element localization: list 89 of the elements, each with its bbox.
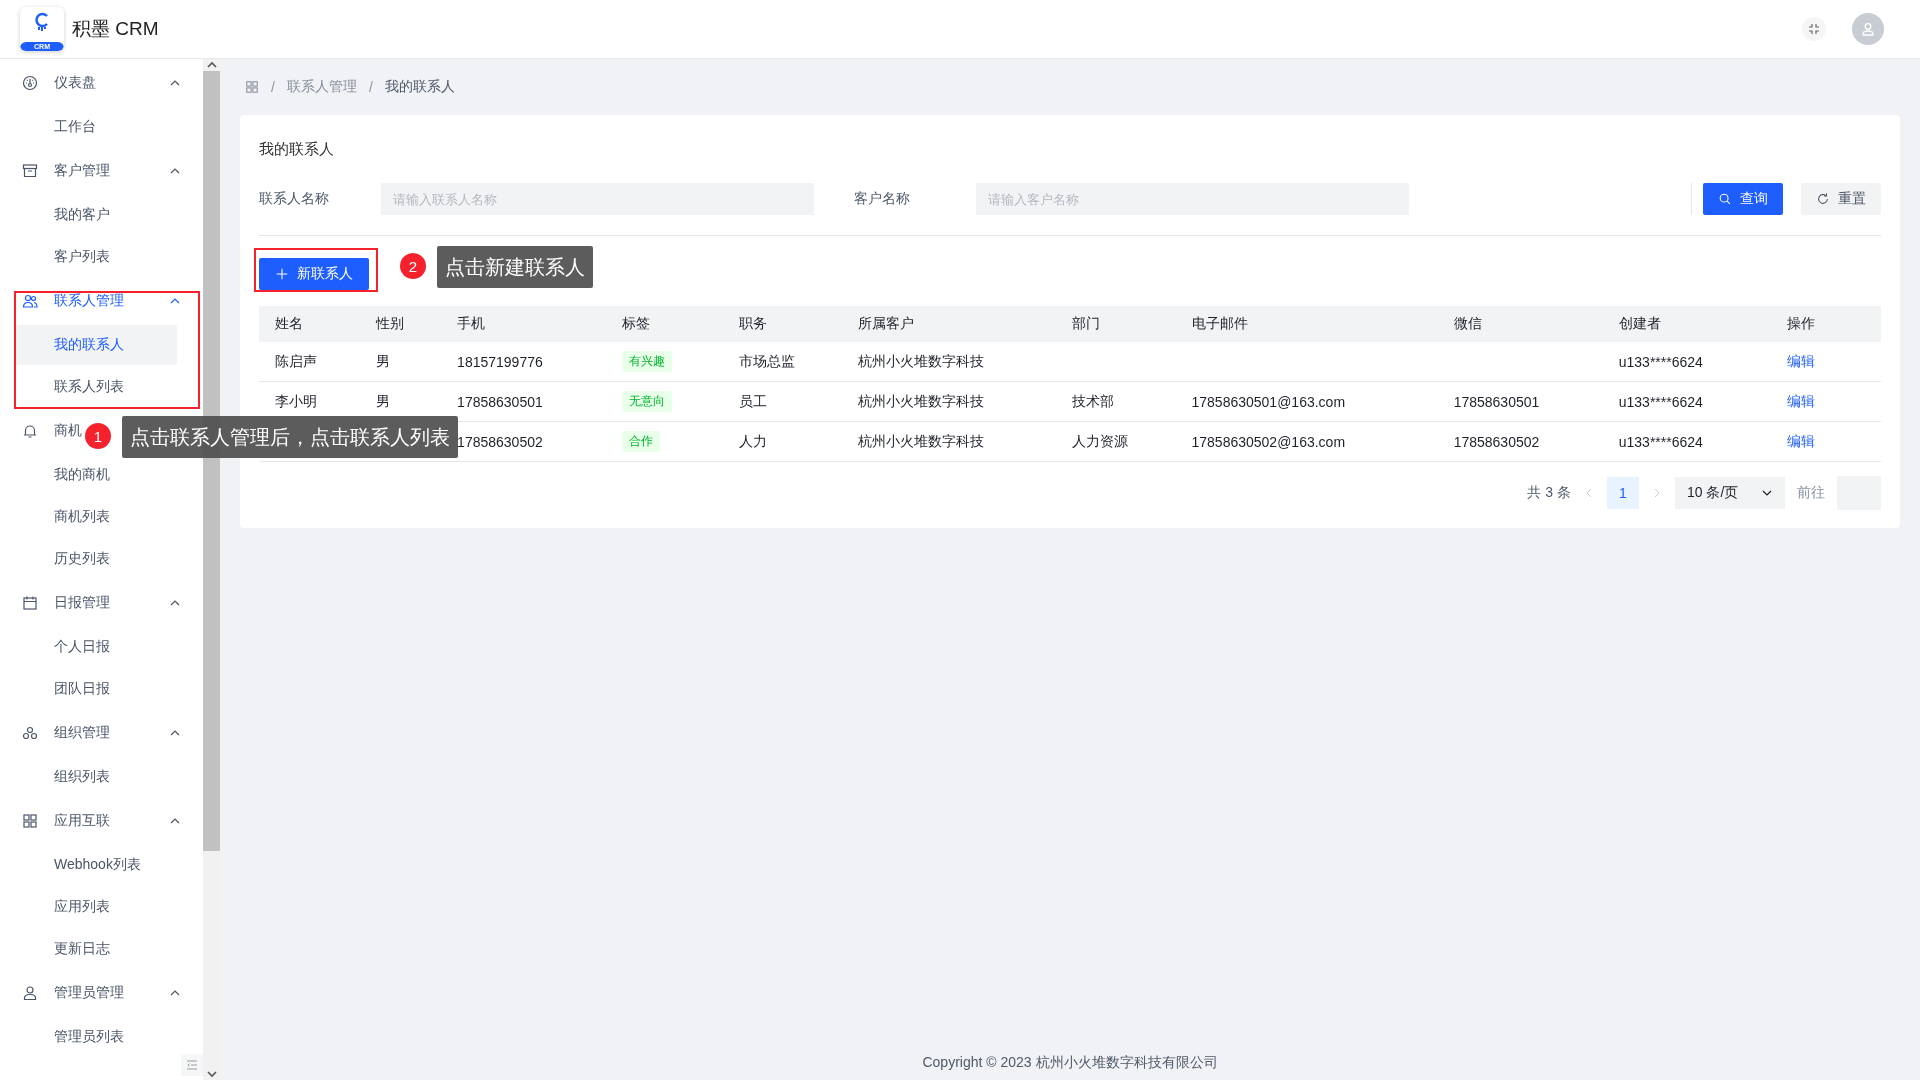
menu-item[interactable]: 商机列表 (16, 497, 177, 537)
column-header: 部门 (1056, 306, 1176, 342)
menu-item[interactable]: 团队日报 (16, 669, 177, 709)
grid-icon (22, 813, 38, 829)
table-cell: 18157199776 (441, 342, 607, 382)
table-cell: 杭州小火堆数字科技 (842, 342, 1057, 382)
status-tag: 无意向 (622, 391, 673, 412)
edit-link[interactable]: 编辑 (1786, 352, 1815, 369)
table-cell: u133****6624 (1602, 381, 1771, 422)
indent-icon (186, 1059, 198, 1071)
bell-icon (22, 423, 38, 439)
menu-item[interactable]: 我的商机 (16, 455, 177, 495)
column-header: 手机 (441, 306, 607, 342)
menu-item[interactable]: 历史列表 (16, 539, 177, 579)
goto-label: 前往 (1797, 484, 1825, 502)
menu-group[interactable]: 客户管理 (0, 149, 203, 193)
users-icon (22, 293, 38, 309)
menu-group[interactable]: 仪表盘 (0, 61, 203, 105)
new-contact-button[interactable]: 新联系人 (259, 258, 369, 290)
search-icon (1718, 192, 1732, 206)
menu-item[interactable]: 管理员列表 (16, 1017, 177, 1057)
table-cell: 17858630502@163.com (1175, 421, 1438, 462)
reset-button[interactable]: 重置 (1801, 183, 1881, 215)
gauge-icon (22, 75, 38, 91)
table-cell: 17858630502 (1437, 421, 1603, 462)
table-cell: 陈启声 (259, 342, 361, 382)
column-header: 职务 (723, 306, 843, 342)
column-header: 所属客户 (842, 306, 1057, 342)
column-header: 电子邮件 (1175, 306, 1438, 342)
menu-item[interactable]: 应用列表 (16, 887, 177, 927)
menu-group[interactable]: 联系人管理 (0, 279, 203, 323)
menu-item[interactable]: 我的联系人 (16, 325, 177, 365)
column-header: 性别 (360, 306, 442, 342)
table-cell: 员工 (723, 381, 843, 422)
refresh-icon (1816, 192, 1830, 206)
status-tag: 有兴趣 (622, 351, 673, 372)
menu-item[interactable]: 客户列表 (16, 237, 177, 277)
fullscreen-icon[interactable] (1802, 17, 1826, 41)
menu-group[interactable]: 管理员管理 (0, 971, 203, 1015)
calendar-icon (22, 595, 38, 611)
table-cell: 技术部 (1056, 381, 1176, 422)
avatar[interactable] (1852, 13, 1884, 45)
table-cell: 人力资源 (1056, 421, 1176, 462)
query-button[interactable]: 查询 (1703, 183, 1783, 215)
breadcrumb-item: 我的联系人 (384, 78, 455, 96)
page-size-select[interactable]: 10 条/页 (1675, 477, 1785, 509)
breadcrumb-separator: / (368, 79, 373, 95)
menu-group[interactable]: 应用互联 (0, 799, 203, 843)
table-cell: 17858630501 (1437, 381, 1603, 422)
menu-item[interactable]: 工作台 (16, 107, 177, 147)
table-cell: 17858630501@163.com (1175, 381, 1438, 422)
table-cell: u133****6624 (1602, 421, 1771, 462)
table-cell: u133****6624 (1602, 342, 1771, 382)
status-tag: 合作 (622, 431, 661, 452)
menu-item[interactable]: 联系人列表 (16, 367, 177, 407)
plus-icon (275, 267, 289, 281)
breadcrumb-separator: / (271, 79, 275, 95)
menu-group[interactable]: 组织管理 (0, 711, 203, 755)
column-header: 操作 (1770, 306, 1881, 342)
column-header: 标签 (606, 306, 724, 342)
annotation-tooltip: 点击新建联系人 (437, 246, 593, 288)
menu-item[interactable]: Webhook列表 (16, 845, 177, 885)
column-header: 姓名 (259, 306, 361, 342)
total-count: 共 3 条 (1527, 484, 1571, 502)
table-cell: 杭州小火堆数字科技 (842, 421, 1057, 462)
scroll-down-icon[interactable] (205, 1068, 218, 1080)
table-cell: 人力 (723, 421, 843, 462)
edit-link[interactable]: 编辑 (1786, 392, 1815, 409)
circles-icon (22, 725, 38, 741)
menu-item[interactable]: 我的客户 (16, 195, 177, 235)
card-title: 我的联系人 (259, 140, 335, 159)
copyright-text: Copyright © 2023 杭州小火堆数字科技有限公司 (921, 1054, 1219, 1072)
filter-label: 联系人名称 (259, 190, 330, 208)
column-header: 微信 (1437, 306, 1603, 342)
page-button[interactable]: 1 (1607, 477, 1639, 509)
menu-item[interactable]: 更新日志 (16, 929, 177, 969)
column-header: 创建者 (1602, 306, 1771, 342)
filter-label: 客户名称 (854, 190, 911, 208)
menu-group[interactable]: 日报管理 (0, 581, 203, 625)
user-icon (22, 985, 38, 1001)
home-grid-icon (245, 80, 259, 94)
table-cell: 市场总监 (723, 342, 843, 382)
menu-item[interactable]: 组织列表 (16, 757, 177, 797)
menu-item[interactable]: 个人日报 (16, 627, 177, 667)
table-cell: 杭州小火堆数字科技 (842, 381, 1057, 422)
archive-box-icon (22, 163, 38, 179)
table-cell: 男 (360, 342, 442, 382)
edit-link[interactable]: 编辑 (1786, 432, 1815, 449)
app-title: 积墨 CRM (72, 17, 159, 41)
